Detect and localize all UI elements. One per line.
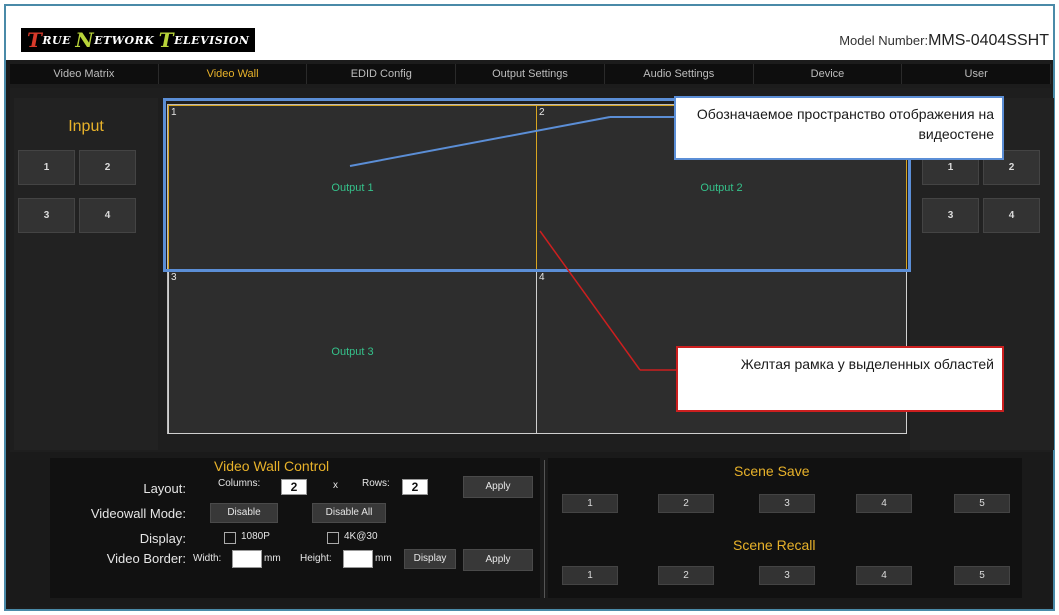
disable-all-button[interactable]: Disable All — [312, 503, 386, 523]
border-width-input[interactable] — [232, 550, 262, 568]
rows-label: Rows: — [362, 478, 390, 489]
scene-recall-button-2[interactable]: 2 — [658, 566, 714, 585]
layout-label: Layout: — [143, 481, 186, 496]
video-wall-control-title: Video Wall Control — [214, 458, 330, 474]
apply-border-button[interactable]: Apply — [463, 549, 533, 571]
scene-save-button-1[interactable]: 1 — [562, 494, 618, 513]
videowall-mode-label: Videowall Mode: — [90, 506, 186, 521]
height-unit-label: mm — [375, 553, 392, 564]
video-border-label: Video Border: — [106, 551, 186, 566]
rows-input[interactable]: 2 — [402, 479, 428, 495]
scene-save-title: Scene Save — [734, 463, 810, 479]
checkbox-1080p[interactable] — [224, 532, 236, 544]
scene-save-button-5[interactable]: 5 — [954, 494, 1010, 513]
apply-layout-button[interactable]: Apply — [463, 476, 533, 498]
border-width-label: Width: — [193, 553, 222, 564]
scene-recall-button-5[interactable]: 5 — [954, 566, 1010, 585]
border-height-input[interactable] — [343, 550, 373, 568]
callout-yellow-frame: Желтая рамка у выделенных областей — [676, 346, 1004, 412]
disable-button[interactable]: Disable — [210, 503, 278, 523]
border-height-label: Height: — [300, 553, 332, 564]
blue-pointer-line — [349, 116, 611, 167]
red-pointer-line — [539, 230, 641, 371]
columns-input[interactable]: 2 — [281, 479, 307, 495]
scene-recall-title: Scene Recall — [733, 537, 816, 553]
x-label: x — [333, 480, 338, 491]
checkbox-4k30[interactable] — [327, 532, 339, 544]
scene-save-button-4[interactable]: 4 — [856, 494, 912, 513]
width-unit-label: mm — [264, 553, 281, 564]
scene-recall-button-4[interactable]: 4 — [856, 566, 912, 585]
columns-label: Columns: — [218, 478, 261, 489]
panel-divider — [544, 460, 545, 598]
display-border-button[interactable]: Display — [404, 549, 456, 569]
scene-recall-button-3[interactable]: 3 — [759, 566, 815, 585]
callout-display-area: Обозначаемое пространство отображения на… — [674, 96, 1004, 160]
scene-save-button-3[interactable]: 3 — [759, 494, 815, 513]
scene-save-button-2[interactable]: 2 — [658, 494, 714, 513]
scene-recall-button-1[interactable]: 1 — [562, 566, 618, 585]
option-1080p-label: 1080P — [241, 531, 270, 542]
display-label: Display: — [139, 531, 186, 546]
option-4k30-label: 4K@30 — [344, 531, 378, 542]
